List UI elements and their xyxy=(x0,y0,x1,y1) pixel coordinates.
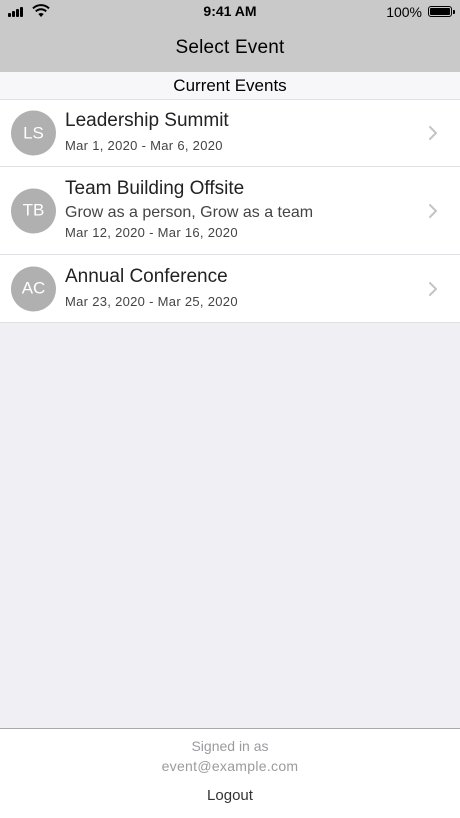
event-avatar: LS xyxy=(11,110,56,156)
footer: Signed in as event@example.com Logout xyxy=(0,728,460,818)
event-dates: Mar 12, 2020 - Mar 16, 2020 xyxy=(65,225,238,240)
page-title: Select Event xyxy=(175,37,285,58)
chevron-right-icon xyxy=(429,203,437,218)
chevron-right-icon xyxy=(429,126,437,140)
battery-percentage: 100% xyxy=(386,4,422,20)
event-row-annual-conference[interactable]: AC Annual Conference Mar 23, 2020 - Mar … xyxy=(0,255,460,323)
battery-icon xyxy=(428,6,455,17)
event-title: Team Building Offsite xyxy=(65,178,245,199)
event-dates: Mar 23, 2020 - Mar 25, 2020 xyxy=(65,294,238,309)
event-row-leadership-summit[interactable]: LS Leadership Summit Mar 1, 2020 - Mar 6… xyxy=(0,100,460,167)
signed-in-email: event@example.com xyxy=(161,758,299,774)
event-row-team-building-offsite[interactable]: TB Team Building Offsite Grow as a perso… xyxy=(0,167,460,255)
status-bar: 9:41 AM 100% xyxy=(0,0,460,24)
signed-in-label: Signed in as xyxy=(191,738,269,754)
chevron-right-icon xyxy=(429,281,437,296)
event-title: Leadership Summit xyxy=(65,110,229,131)
logout-button[interactable]: Logout xyxy=(197,786,263,806)
event-list: LS Leadership Summit Mar 1, 2020 - Mar 6… xyxy=(0,100,460,323)
event-subtitle: Grow as a person, Grow as a team xyxy=(65,204,314,221)
event-avatar: AC xyxy=(11,266,56,311)
event-dates: Mar 1, 2020 - Mar 6, 2020 xyxy=(65,138,223,153)
section-header: Current Events xyxy=(0,72,460,100)
event-avatar: TB xyxy=(11,188,56,233)
event-title: Annual Conference xyxy=(65,266,228,287)
navigation-bar: Select Event xyxy=(0,24,460,72)
